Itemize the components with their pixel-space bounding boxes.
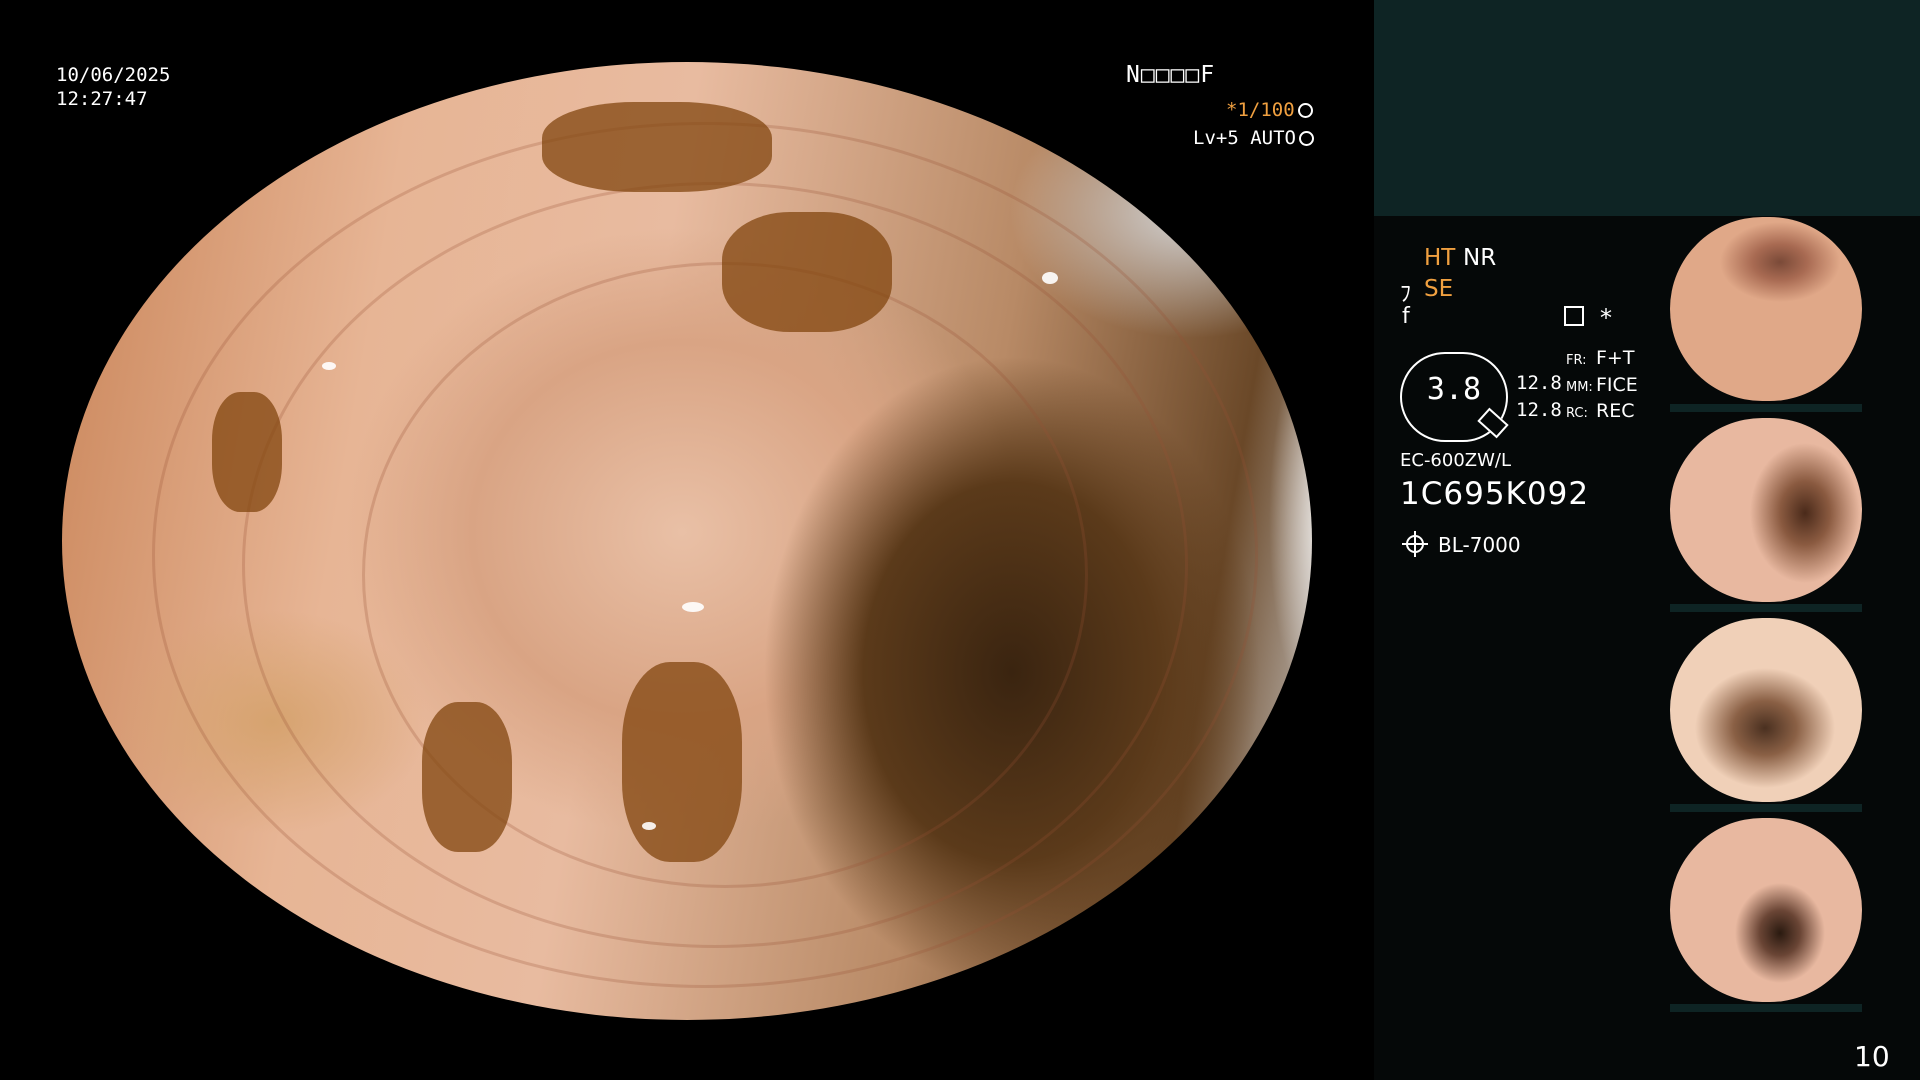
rc-value: REC xyxy=(1596,400,1635,422)
status-side-panel: HT NR ﾌ SE f * 3.8 12.8 12.8 FR: F+T MM:… xyxy=(1374,0,1920,1080)
capture-thumbnail[interactable] xyxy=(1670,418,1862,602)
iris-icon xyxy=(1298,131,1314,146)
menu-icon xyxy=(1564,306,1584,326)
light-reflection xyxy=(322,362,336,370)
thumbnail-caption-strip xyxy=(1670,404,1862,412)
page-number: 10 xyxy=(1854,1040,1890,1073)
ht-indicator: HT xyxy=(1424,245,1456,271)
fr-value: F+T xyxy=(1596,347,1635,369)
fr-key: FR: xyxy=(1566,353,1587,368)
mm-value: FICE xyxy=(1596,374,1638,396)
light-reflection xyxy=(172,242,190,252)
light-reflection xyxy=(682,602,704,612)
thumbnail-caption-strip xyxy=(1670,804,1862,812)
scope-serial: 1C695K092 xyxy=(1400,476,1590,512)
shutter-speed: *1/100 xyxy=(1226,99,1313,121)
panel-header-block xyxy=(1374,0,1920,216)
shutter-icon xyxy=(1297,103,1313,118)
endoscopic-image xyxy=(62,62,1312,1020)
light-reflection xyxy=(642,822,656,830)
main-endoscope-view: 10/06/2025 12:27:47 N□□□□F *1/100 Lv+5 A… xyxy=(0,0,1374,1080)
shutter-speed-label: *1/100 xyxy=(1226,99,1295,121)
thumbnail-caption-strip xyxy=(1670,604,1862,612)
star-indicator: * xyxy=(1600,304,1612,332)
patient-id-field: N□□□□F xyxy=(1126,62,1216,88)
exam-time: 12:27:47 xyxy=(56,88,148,110)
freeze-icon: f xyxy=(1402,304,1410,329)
se-indicator: SE xyxy=(1424,276,1454,302)
stool-residue xyxy=(722,212,892,332)
capture-thumbnail[interactable] xyxy=(1670,217,1862,401)
iris-setting: Lv+5 AUTO xyxy=(1193,127,1314,149)
setting-value-1: 12.8 xyxy=(1516,372,1562,394)
mm-key: MM: xyxy=(1566,380,1593,395)
zoom-value: 3.8 xyxy=(1426,372,1482,407)
capture-thumbnail[interactable] xyxy=(1670,618,1862,802)
setting-value-2: 12.8 xyxy=(1516,399,1562,421)
stool-residue xyxy=(212,392,282,512)
light-reflection xyxy=(1042,272,1058,284)
stool-residue xyxy=(422,702,512,852)
rc-key: RC: xyxy=(1566,406,1588,421)
scope-model: EC-600ZW/L xyxy=(1400,450,1512,471)
stool-residue xyxy=(542,102,772,192)
thumbnail-caption-strip xyxy=(1670,1004,1862,1012)
light-source: BL-7000 xyxy=(1438,533,1521,557)
exam-date: 10/06/2025 xyxy=(56,64,171,86)
nr-indicator: NR xyxy=(1463,245,1497,271)
light-source-icon xyxy=(1402,531,1428,557)
capture-thumbnail[interactable] xyxy=(1670,818,1862,1002)
iris-setting-label: Lv+5 AUTO xyxy=(1193,127,1296,149)
stool-residue xyxy=(622,662,742,862)
